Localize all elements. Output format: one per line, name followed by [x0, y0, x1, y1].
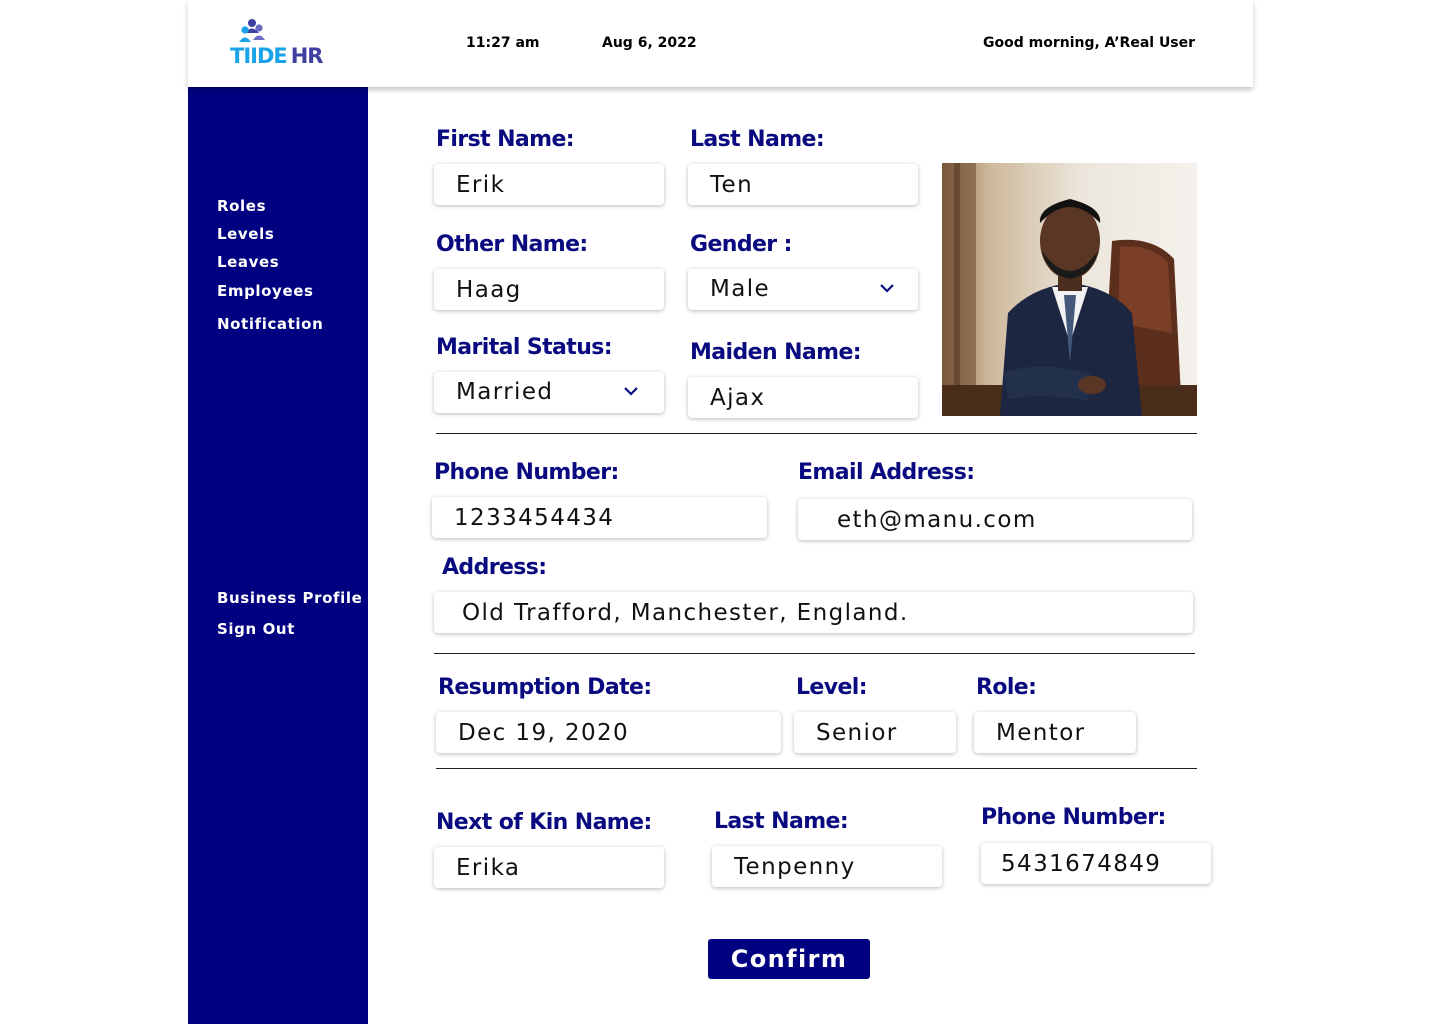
sidebar-item-employees[interactable]: Employees: [217, 282, 314, 300]
phone-number-label: Phone Number:: [434, 460, 619, 485]
role-field[interactable]: [974, 712, 1136, 753]
first-name-input[interactable]: [434, 164, 664, 205]
address-label: Address:: [442, 555, 547, 580]
email-address-input[interactable]: [798, 499, 1192, 540]
last-name-input[interactable]: [688, 164, 918, 205]
first-name-field[interactable]: [434, 164, 664, 205]
logo-wordmark: TIIDE HR: [230, 44, 324, 68]
email-address-label: Email Address:: [798, 460, 975, 485]
marital-status-value: Married: [456, 379, 554, 405]
phone-number-field[interactable]: [432, 497, 767, 538]
employee-portrait-image: [942, 163, 1197, 416]
maiden-name-input[interactable]: [688, 377, 918, 418]
confirm-button[interactable]: Confirm: [708, 939, 870, 979]
marital-status-label: Marital Status:: [436, 335, 613, 360]
kin-name-input[interactable]: [434, 847, 664, 888]
kin-phone-label: Phone Number:: [981, 805, 1166, 830]
level-field[interactable]: [794, 712, 956, 753]
other-name-input[interactable]: [434, 269, 664, 310]
role-input[interactable]: [974, 712, 1136, 753]
sidebar-item-notification[interactable]: Notification: [217, 315, 323, 333]
role-label: Role:: [976, 675, 1037, 700]
section-divider: [436, 768, 1197, 769]
top-header: TIIDE HR 11:27 am Aug 6, 2022 Good mornin…: [188, 0, 1253, 87]
kin-phone-input[interactable]: [981, 843, 1211, 884]
last-name-field[interactable]: [688, 164, 918, 205]
address-input[interactable]: [434, 592, 1193, 633]
logo-tiide-text: TIIDE: [230, 44, 288, 68]
section-divider: [436, 433, 1197, 434]
chevron-down-icon[interactable]: [879, 280, 895, 296]
kin-last-name-field[interactable]: [712, 846, 942, 887]
gender-label: Gender :: [690, 232, 792, 257]
sidebar-item-sign-out[interactable]: Sign Out: [217, 620, 295, 638]
first-name-label: First Name:: [436, 127, 575, 152]
other-name-label: Other Name:: [436, 232, 588, 257]
kin-last-name-label: Last Name:: [714, 809, 849, 834]
greeting: Good morning, A’Real User: [983, 35, 1196, 51]
employee-photo[interactable]: [942, 163, 1197, 416]
kin-last-name-input[interactable]: [712, 846, 942, 887]
last-name-label: Last Name:: [690, 127, 825, 152]
address-field[interactable]: [434, 592, 1193, 633]
sidebar-item-leaves[interactable]: Leaves: [217, 253, 279, 271]
sidebar-item-levels[interactable]: Levels: [217, 225, 274, 243]
section-divider: [434, 653, 1195, 654]
sidebar: Roles Levels Leaves Employees Notificati…: [188, 87, 368, 1024]
current-time: 11:27 am: [466, 35, 540, 51]
current-date: Aug 6, 2022: [602, 35, 697, 51]
resumption-date-input[interactable]: [436, 712, 781, 753]
kin-name-label: Next of Kin Name:: [436, 810, 652, 835]
people-icon: [239, 19, 265, 42]
email-address-field[interactable]: [798, 499, 1192, 540]
phone-number-input[interactable]: [432, 497, 767, 538]
level-input[interactable]: [794, 712, 956, 753]
maiden-name-label: Maiden Name:: [690, 340, 862, 365]
gender-value: Male: [710, 276, 771, 302]
kin-name-field[interactable]: [434, 847, 664, 888]
sidebar-item-roles[interactable]: Roles: [217, 197, 266, 215]
chevron-down-icon[interactable]: [623, 383, 639, 399]
resumption-date-label: Resumption Date:: [438, 675, 652, 700]
level-label: Level:: [796, 675, 868, 700]
gender-select[interactable]: Male: [688, 269, 918, 310]
maiden-name-field[interactable]: [688, 377, 918, 418]
tiidehr-logo[interactable]: TIIDE HR: [230, 18, 330, 70]
logo-hr-text: HR: [290, 44, 324, 68]
sidebar-item-business-profile[interactable]: Business Profile: [217, 589, 362, 607]
resumption-date-field[interactable]: [436, 712, 781, 753]
kin-phone-field[interactable]: [981, 843, 1211, 884]
marital-status-select[interactable]: Married: [434, 372, 664, 413]
other-name-field[interactable]: [434, 269, 664, 310]
